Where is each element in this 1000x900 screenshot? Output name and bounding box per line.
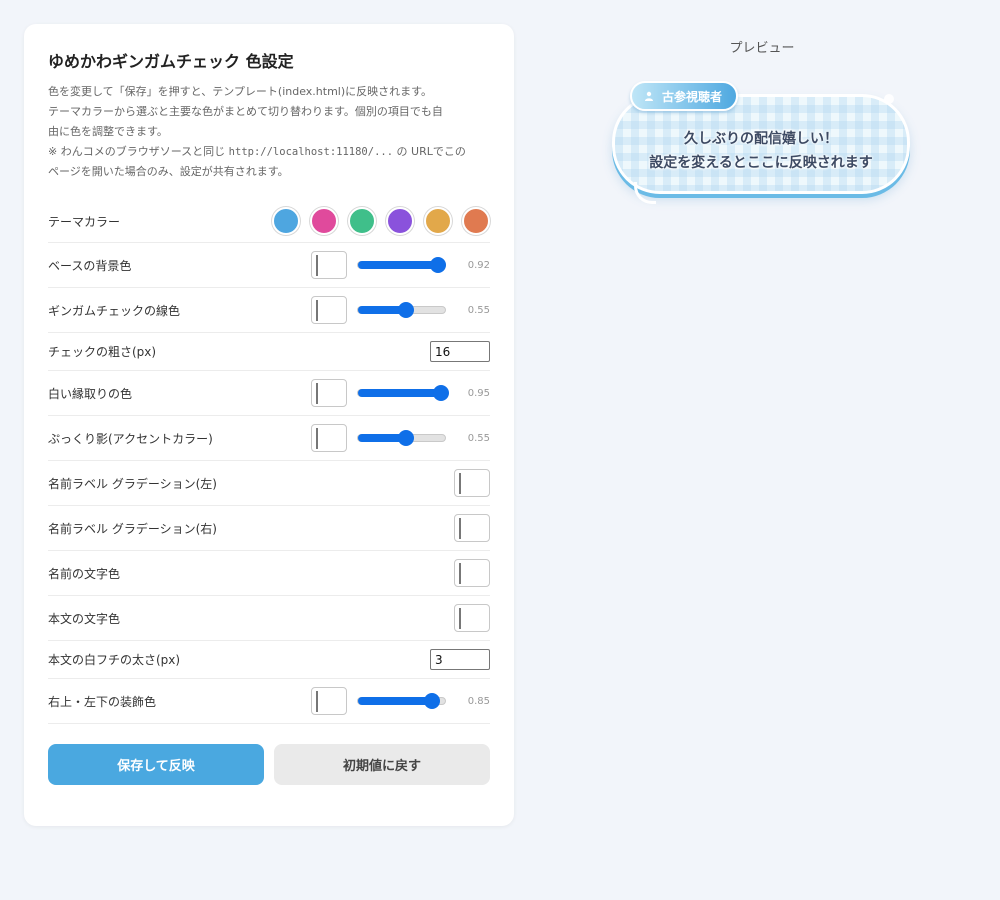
preview-title: プレビュー: [729, 41, 795, 56]
gingham-line-color-picker[interactable]: [311, 296, 347, 324]
puffy-shadow-row: ぷっくり影(アクセントカラー) 0.55: [48, 416, 490, 461]
body-text-swatch: [459, 608, 461, 629]
name-grad-left-label: 名前ラベル グラデーション(左): [48, 476, 217, 491]
deco-color-row: 右上・左下の装飾色 0.85: [48, 679, 490, 724]
reset-button[interactable]: 初期値に戻す: [274, 744, 490, 785]
preview-comment: 久しぶりの配信嬉しい！ 設定を変えるとここに反映されます 古参視聴者: [608, 80, 918, 210]
deco-opacity-slider[interactable]: [357, 693, 446, 709]
theme-color-options: [262, 207, 490, 235]
white-border-swatch: [316, 383, 318, 404]
base-bg-label: ベースの背景色: [48, 258, 132, 273]
deco-opacity-value: 0.85: [467, 695, 490, 707]
name-grad-right-color-picker[interactable]: [454, 514, 490, 542]
desc-line-1: 色を変更して「保存」を押すと、テンプレート(index.html)に反映されます…: [48, 85, 433, 98]
comment-line-2: 設定を変えるとここに反映されます: [649, 155, 873, 171]
commenter-name: 古参視聴者: [662, 89, 723, 104]
desc-url: http://localhost:11180/...: [228, 146, 394, 158]
gingham-line-opacity-value: 0.55: [467, 304, 490, 316]
user-icon: [645, 91, 653, 101]
theme-color-orange[interactable]: [462, 207, 490, 235]
bubble-tail: [634, 182, 656, 204]
theme-color-row: テーマカラー: [48, 200, 490, 243]
body-text-color-picker[interactable]: [454, 604, 490, 632]
comment-text: 久しぶりの配信嬉しい！ 設定を変えるとここに反映されます: [615, 127, 907, 175]
name-grad-left-row: 名前ラベル グラデーション(左): [48, 461, 490, 506]
slider-thumb[interactable]: [397, 430, 414, 446]
body-outline-label: 本文の白フチの太さ(px): [48, 653, 181, 667]
deco-color-swatch: [316, 691, 318, 712]
desc-line-4: ※ わんコメのブラウザソースと同じ http://localhost:11180…: [48, 142, 490, 162]
name-grad-left-color-picker[interactable]: [454, 469, 490, 497]
action-buttons: 保存して反映 初期値に戻す: [48, 744, 490, 785]
name-text-label: 名前の文字色: [48, 566, 121, 581]
desc-line-5: ページを開いた場合のみ、設定が共有されます。: [48, 165, 289, 178]
slider-fill: [358, 261, 439, 269]
slider-thumb[interactable]: [432, 385, 449, 401]
puffy-shadow-controls: 0.55: [311, 424, 490, 452]
name-grad-right-row: 名前ラベル グラデーション(右): [48, 506, 490, 551]
desc-line-4-suffix: の URLでこの: [393, 145, 466, 158]
bubble-decoration: [884, 94, 894, 104]
settings-description: 色を変更して「保存」を押すと、テンプレート(index.html)に反映されます…: [48, 82, 490, 182]
white-border-opacity-slider[interactable]: [357, 385, 449, 401]
deco-color-picker[interactable]: [311, 687, 347, 715]
base-bg-row: ベースの背景色 0.92: [48, 243, 490, 288]
name-text-color-picker[interactable]: [454, 559, 490, 587]
white-border-label: 白い縁取りの色: [48, 386, 133, 401]
slider-fill: [358, 389, 441, 397]
desc-line-3: 由に色を調整できます。: [48, 125, 168, 138]
gingham-line-swatch: [316, 300, 318, 321]
name-grad-right-label: 名前ラベル グラデーション(右): [48, 521, 217, 536]
desc-line-4-prefix: ※ わんコメのブラウザソースと同じ: [48, 145, 229, 158]
comment-line-1: 久しぶりの配信嬉しい！: [684, 131, 838, 147]
check-size-input[interactable]: [430, 341, 490, 362]
slider-thumb[interactable]: [397, 302, 414, 318]
body-text-row: 本文の文字色: [48, 596, 490, 641]
deco-color-controls: 0.85: [311, 687, 490, 715]
white-border-row: 白い縁取りの色 0.95: [48, 371, 490, 416]
base-bg-swatch: [316, 255, 318, 276]
base-bg-color-picker[interactable]: [311, 251, 347, 279]
base-bg-controls: 0.92: [311, 251, 490, 279]
gingham-line-controls: 0.55: [311, 296, 490, 324]
check-size-row: チェックの粗さ(px): [48, 333, 490, 371]
gingham-line-row: ギンガムチェックの線色 0.55: [48, 288, 490, 333]
name-grad-right-swatch: [459, 518, 461, 539]
slider-fill: [358, 697, 432, 705]
puffy-shadow-opacity-slider[interactable]: [357, 430, 446, 446]
theme-color-purple[interactable]: [386, 207, 414, 235]
base-bg-opacity-slider[interactable]: [357, 257, 447, 273]
save-button[interactable]: 保存して反映: [48, 744, 264, 785]
gingham-line-label: ギンガムチェックの線色: [48, 303, 181, 318]
puffy-shadow-swatch: [316, 428, 318, 449]
deco-color-label: 右上・左下の装飾色: [48, 694, 157, 709]
desc-line-2: テーマカラーから選ぶと主要な色がまとめて切り替わります。個別の項目でも自: [48, 105, 443, 118]
settings-title: ゆめかわギンガムチェック 色設定: [48, 52, 294, 71]
body-outline-input[interactable]: [430, 649, 490, 670]
theme-color-blue[interactable]: [272, 207, 300, 235]
body-outline-row: 本文の白フチの太さ(px): [48, 641, 490, 679]
puffy-shadow-label: ぷっくり影(アクセントカラー): [48, 431, 213, 446]
slider-thumb[interactable]: [423, 693, 440, 709]
name-text-swatch: [459, 563, 461, 584]
check-size-label: チェックの粗さ(px): [48, 345, 157, 359]
slider-thumb[interactable]: [430, 257, 447, 273]
white-border-controls: 0.95: [311, 379, 490, 407]
gingham-line-opacity-slider[interactable]: [357, 302, 446, 318]
puffy-shadow-opacity-value: 0.55: [467, 432, 490, 444]
theme-color-label: テーマカラー: [48, 214, 121, 229]
theme-color-pink[interactable]: [310, 207, 338, 235]
theme-color-yellow[interactable]: [424, 207, 452, 235]
settings-rows: テーマカラー ベースの背景色 0.92 ギンガムチェックの線色 0.55 チェッ…: [48, 200, 490, 724]
name-text-row: 名前の文字色: [48, 551, 490, 596]
name-grad-left-swatch: [459, 473, 461, 494]
puffy-shadow-color-picker[interactable]: [311, 424, 347, 452]
commenter-name-label: 古参視聴者: [630, 81, 739, 111]
base-bg-opacity-value: 0.92: [467, 259, 490, 271]
settings-panel: ゆめかわギンガムチェック 色設定 色を変更して「保存」を押すと、テンプレート(i…: [24, 24, 514, 826]
white-border-color-picker[interactable]: [311, 379, 347, 407]
body-text-label: 本文の文字色: [48, 611, 121, 626]
white-border-opacity-value: 0.95: [467, 387, 490, 399]
theme-color-green[interactable]: [348, 207, 376, 235]
